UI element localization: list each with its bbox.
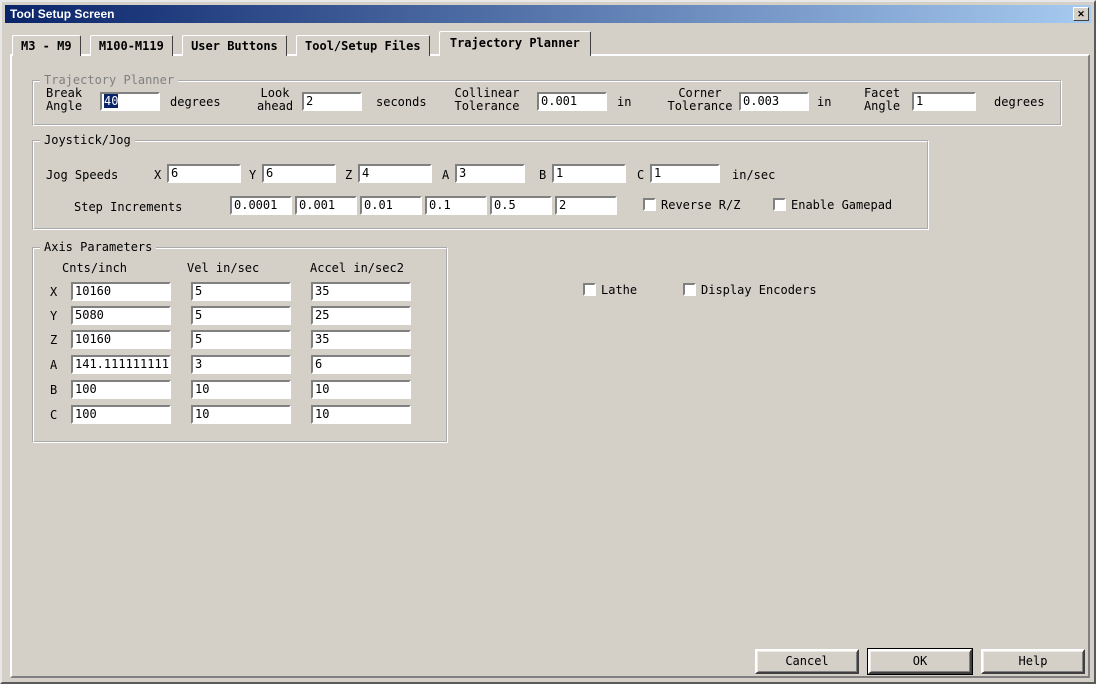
jog-axis-b-label: B — [539, 168, 546, 182]
window-title: Tool Setup Screen — [10, 7, 1073, 21]
joystick-jog-group: Joystick/Jog Jog Speeds X 6 Y 6 Z 4 A 3 … — [32, 140, 929, 230]
step-increment-1-field[interactable]: 0.0001 — [230, 196, 292, 215]
jog-axis-a-label: A — [442, 168, 449, 182]
collinear-tolerance-label: Collinear Tolerance — [448, 87, 526, 113]
cancel-button[interactable]: Cancel — [755, 649, 859, 674]
tab-m100-m119[interactable]: M100-M119 — [90, 35, 173, 56]
close-icon: ✕ — [1077, 9, 1085, 19]
axis-a-label: A — [50, 358, 57, 372]
jog-speeds-label: Jog Speeds — [46, 168, 118, 182]
help-button[interactable]: Help — [981, 649, 1085, 674]
jog-axis-y-label: Y — [249, 168, 256, 182]
tool-setup-window: Tool Setup Screen ✕ M3 - M9 M100-M119 Us… — [0, 0, 1096, 684]
jog-speed-z-field[interactable]: 4 — [358, 164, 432, 183]
jog-speed-unit: in/sec — [732, 168, 775, 182]
jog-axis-x-label: X — [154, 168, 161, 182]
display-encoders-checkbox[interactable] — [683, 283, 696, 296]
tab-trajectory-planner[interactable]: Trajectory Planner — [439, 31, 591, 56]
corner-tolerance-field[interactable]: 0.003 — [739, 92, 809, 111]
break-angle-field[interactable]: 40 — [100, 92, 160, 111]
lathe-checkbox[interactable] — [583, 283, 596, 296]
look-ahead-unit: seconds — [376, 95, 427, 109]
vel-header: Vel in/sec — [187, 261, 259, 275]
tab-tool-setup-files[interactable]: Tool/Setup Files — [296, 35, 430, 56]
axis-x-cnts-field[interactable]: 10160 — [71, 282, 171, 301]
reverse-rz-label: Reverse R/Z — [661, 198, 740, 212]
axis-x-accel-field[interactable]: 35 — [311, 282, 411, 301]
axis-z-cnts-field[interactable]: 10160 — [71, 330, 171, 349]
close-button[interactable]: ✕ — [1073, 7, 1089, 21]
axis-y-label: Y — [50, 309, 57, 323]
corner-tolerance-label: Corner Tolerance — [660, 87, 740, 113]
axis-b-vel-field[interactable]: 10 — [191, 380, 291, 399]
jog-axis-z-label: Z — [345, 168, 352, 182]
axis-b-label: B — [50, 383, 57, 397]
axis-z-vel-field[interactable]: 5 — [191, 330, 291, 349]
axis-y-accel-field[interactable]: 25 — [311, 306, 411, 325]
look-ahead-field[interactable]: 2 — [302, 92, 362, 111]
axis-x-label: X — [50, 285, 57, 299]
enable-gamepad-label: Enable Gamepad — [791, 198, 892, 212]
display-encoders-label: Display Encoders — [701, 283, 817, 297]
tab-user-buttons[interactable]: User Buttons — [182, 35, 287, 56]
facet-angle-unit: degrees — [994, 95, 1045, 109]
joystick-jog-group-label: Joystick/Jog — [40, 133, 135, 147]
accel-header: Accel in/sec2 — [310, 261, 404, 275]
step-increment-4-field[interactable]: 0.1 — [425, 196, 487, 215]
titlebar[interactable]: Tool Setup Screen ✕ — [5, 5, 1091, 23]
axis-z-label: Z — [50, 333, 57, 347]
break-angle-value: 40 — [104, 94, 118, 108]
axis-a-cnts-field[interactable]: 141.111111111 — [71, 355, 171, 374]
step-increments-label: Step Increments — [74, 200, 182, 214]
facet-angle-label: Facet Angle — [854, 87, 910, 113]
reverse-rz-checkbox[interactable] — [643, 198, 656, 211]
axis-c-accel-field[interactable]: 10 — [311, 405, 411, 424]
corner-tolerance-unit: in — [817, 95, 831, 109]
axis-b-accel-field[interactable]: 10 — [311, 380, 411, 399]
axis-x-vel-field[interactable]: 5 — [191, 282, 291, 301]
axis-c-label: C — [50, 408, 57, 422]
jog-speed-y-field[interactable]: 6 — [262, 164, 336, 183]
axis-y-vel-field[interactable]: 5 — [191, 306, 291, 325]
axis-z-accel-field[interactable]: 35 — [311, 330, 411, 349]
cnts-inch-header: Cnts/inch — [62, 261, 127, 275]
axis-parameters-group-label: Axis Parameters — [40, 240, 156, 254]
tab-m3-m9[interactable]: M3 - M9 — [12, 35, 81, 56]
axis-y-cnts-field[interactable]: 5080 — [71, 306, 171, 325]
tab-pane: Trajectory Planner Break Angle 40 degree… — [10, 54, 1090, 678]
tab-strip: M3 - M9 M100-M119 User Buttons Tool/Setu… — [12, 31, 593, 56]
lathe-label: Lathe — [601, 283, 637, 297]
axis-b-cnts-field[interactable]: 100 — [71, 380, 171, 399]
trajectory-planner-group: Trajectory Planner Break Angle 40 degree… — [32, 80, 1062, 126]
enable-gamepad-checkbox[interactable] — [773, 198, 786, 211]
step-increment-3-field[interactable]: 0.01 — [360, 196, 422, 215]
facet-angle-field[interactable]: 1 — [912, 92, 976, 111]
break-angle-label: Break Angle — [38, 87, 90, 113]
axis-parameters-group: Axis Parameters Cnts/inch Vel in/sec Acc… — [32, 247, 448, 443]
ok-button[interactable]: OK — [868, 649, 972, 674]
collinear-tolerance-field[interactable]: 0.001 — [537, 92, 607, 111]
jog-speed-c-field[interactable]: 1 — [650, 164, 720, 183]
break-angle-unit: degrees — [170, 95, 221, 109]
jog-speed-b-field[interactable]: 1 — [552, 164, 626, 183]
axis-a-accel-field[interactable]: 6 — [311, 355, 411, 374]
look-ahead-label: Look ahead — [250, 87, 300, 113]
axis-c-cnts-field[interactable]: 100 — [71, 405, 171, 424]
jog-speed-a-field[interactable]: 3 — [455, 164, 525, 183]
step-increment-2-field[interactable]: 0.001 — [295, 196, 357, 215]
jog-axis-c-label: C — [637, 168, 644, 182]
jog-speed-x-field[interactable]: 6 — [167, 164, 241, 183]
axis-a-vel-field[interactable]: 3 — [191, 355, 291, 374]
step-increment-6-field[interactable]: 2 — [555, 196, 617, 215]
collinear-tolerance-unit: in — [617, 95, 631, 109]
step-increment-5-field[interactable]: 0.5 — [490, 196, 552, 215]
trajectory-planner-group-label: Trajectory Planner — [40, 73, 178, 87]
axis-c-vel-field[interactable]: 10 — [191, 405, 291, 424]
